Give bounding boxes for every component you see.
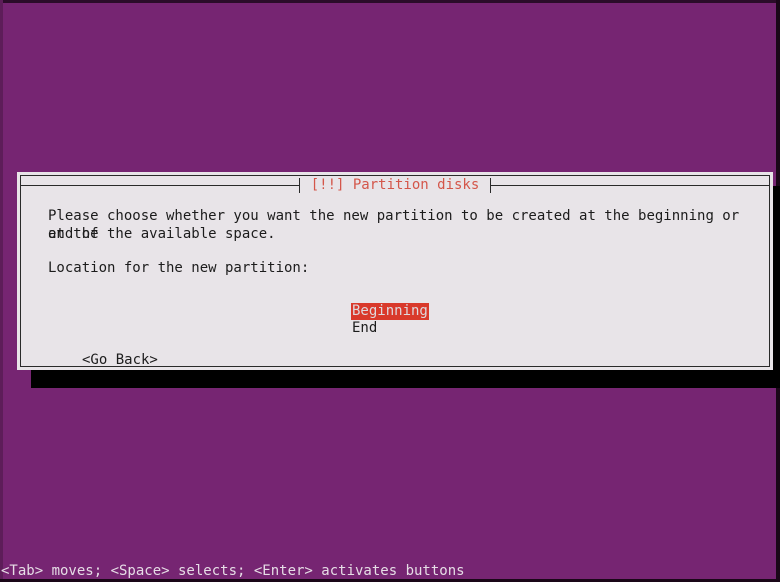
dialog-title-bar: [!!] Partition disks xyxy=(21,176,770,194)
partition-disks-dialog: [!!] Partition disks Please choose wheth… xyxy=(17,172,773,370)
title-rule-left xyxy=(21,184,299,186)
screen-top-edge xyxy=(0,0,780,3)
title-rule-right xyxy=(491,184,770,186)
go-back-button[interactable]: <Go Back> xyxy=(81,352,159,368)
choice-beginning[interactable]: Beginning xyxy=(351,303,429,320)
dialog-title: [!!] Partition disks xyxy=(310,177,480,193)
location-prompt-label: Location for the new partition: xyxy=(48,260,310,276)
location-choice-list[interactable]: Beginning End xyxy=(351,303,429,337)
dialog-button-row: <Go Back> xyxy=(81,351,159,369)
screen-left-edge xyxy=(0,0,3,582)
dialog-intro-line-2: end of the available space. xyxy=(48,226,276,242)
installer-screen: [!!] Partition disks Please choose wheth… xyxy=(0,0,780,582)
choice-end[interactable]: End xyxy=(351,320,429,337)
dialog-body: Please choose whether you want the new p… xyxy=(17,196,773,370)
